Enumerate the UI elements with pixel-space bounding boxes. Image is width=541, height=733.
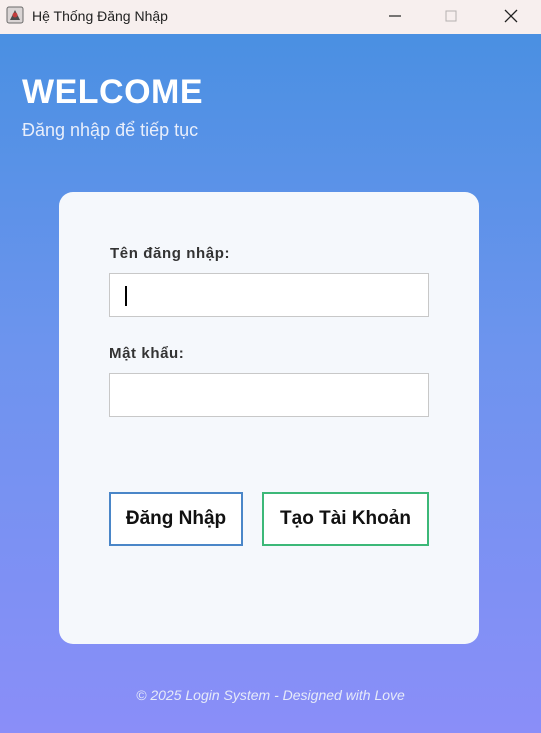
- password-label: Mật khẩu:: [109, 345, 185, 362]
- java-app-icon: [6, 6, 24, 24]
- username-input[interactable]: [109, 273, 429, 317]
- username-label: Tên đăng nhập:: [110, 245, 231, 262]
- login-card: Tên đăng nhập: Mật khẩu: Đăng Nhập Tạo T…: [59, 192, 479, 644]
- login-window: Hệ Thống Đăng Nhập WELCOME Đăng nhập để …: [0, 0, 541, 733]
- maximize-icon[interactable]: [423, 0, 479, 32]
- title-bar[interactable]: Hệ Thống Đăng Nhập: [0, 0, 541, 34]
- login-content: WELCOME Đăng nhập để tiếp tục Tên đăng n…: [0, 34, 541, 733]
- window-title: Hệ Thống Đăng Nhập: [32, 8, 168, 24]
- password-input[interactable]: [109, 373, 429, 417]
- close-icon[interactable]: [483, 0, 539, 32]
- welcome-subtitle: Đăng nhập để tiếp tục: [22, 120, 199, 140]
- minimize-icon[interactable]: [367, 0, 423, 32]
- footer-text: © 2025 Login System - Designed with Love: [136, 687, 405, 703]
- login-button[interactable]: Đăng Nhập: [109, 492, 243, 546]
- welcome-heading: WELCOME: [22, 73, 204, 111]
- text-caret: [125, 286, 127, 306]
- create-account-button[interactable]: Tạo Tài Khoản: [262, 492, 429, 546]
